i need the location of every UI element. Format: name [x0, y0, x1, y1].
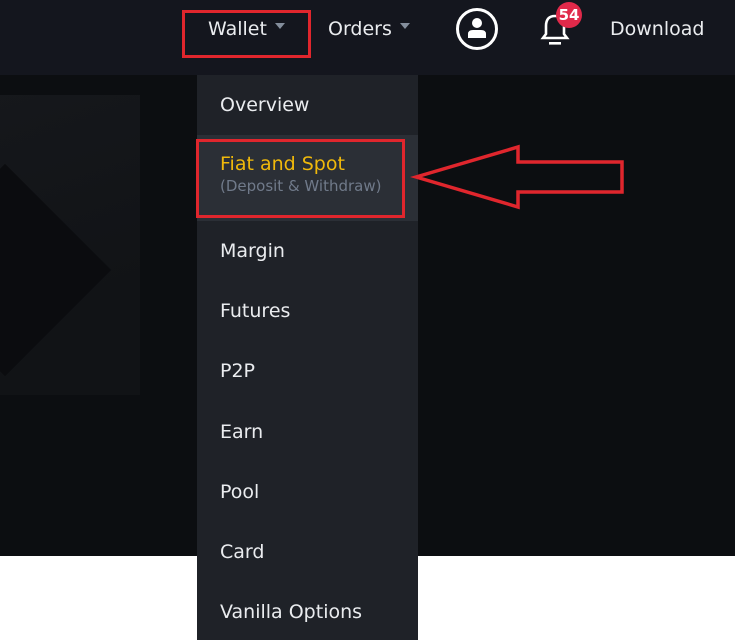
fiat-spot-highlight-box: [196, 139, 405, 218]
menu-item-label: Futures: [220, 300, 291, 322]
account-button[interactable]: [455, 7, 499, 51]
menu-item-futures[interactable]: Futures: [197, 281, 418, 341]
chevron-down-icon: [399, 22, 410, 29]
top-navbar: Wallet Orders 54 Download: [0, 0, 735, 75]
menu-item-label: Margin: [220, 240, 285, 262]
menu-item-label: P2P: [220, 360, 256, 382]
nav-orders-label: Orders: [328, 18, 392, 40]
user-circle-icon: [456, 8, 498, 50]
menu-item-label: Card: [220, 541, 265, 563]
menu-item-p2p[interactable]: P2P: [197, 341, 418, 401]
menu-item-pool[interactable]: Pool: [197, 462, 418, 522]
download-link[interactable]: Download: [610, 12, 704, 46]
menu-item-label: Vanilla Options: [220, 601, 363, 623]
nav-orders[interactable]: Orders: [328, 12, 410, 46]
wallet-highlight-box: [182, 10, 311, 58]
menu-item-earn[interactable]: Earn: [197, 402, 418, 462]
menu-item-overview[interactable]: Overview: [197, 75, 418, 135]
menu-item-label: Pool: [220, 481, 260, 503]
annotation-arrow-icon: [410, 144, 624, 210]
menu-item-card[interactable]: Card: [197, 522, 418, 582]
menu-item-label: Overview: [220, 94, 310, 116]
notification-count-badge: 54: [556, 2, 582, 28]
menu-item-label: Earn: [220, 421, 264, 443]
menu-item-vanilla-options[interactable]: Vanilla Options: [197, 582, 418, 642]
menu-item-margin[interactable]: Margin: [197, 221, 418, 281]
